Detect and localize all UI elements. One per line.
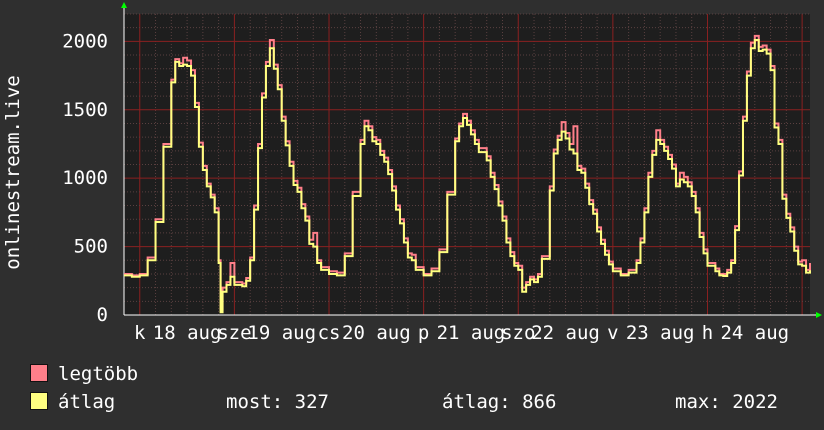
x-tick-label: h [702, 322, 713, 344]
legend-label-avg: átlag [58, 391, 116, 413]
y-axis-arrow [121, 2, 127, 8]
y-tick-label: 1500 [62, 99, 108, 121]
x-tick-label: 24 aug [720, 322, 789, 344]
x-tick-label: v [607, 322, 618, 344]
y-axis-label: onlinestream.live [2, 75, 24, 269]
x-tick-label: cs [318, 322, 341, 344]
y-tick-label: 2000 [62, 30, 108, 52]
legend-item-avg: átlag [30, 390, 115, 414]
x-axis-arrow [816, 312, 822, 318]
x-tick-label: k [134, 322, 146, 344]
y-tick-label: 1000 [62, 167, 108, 189]
y-tick-label: 0 [97, 304, 108, 326]
x-tick-label: 19 aug [247, 322, 316, 344]
traffic-chart: 0500100015002000k 18 augsze19 aug cs 20 aug… [2, 2, 822, 344]
legend-label-max: legtöbb [58, 363, 139, 385]
x-tick-label: 22 aug [531, 322, 600, 344]
x-tick-label: 20 aug [342, 322, 411, 344]
legend-swatch-max [30, 364, 48, 382]
y-tick-label: 500 [74, 236, 108, 258]
legend-item-max: legtöbb [30, 362, 138, 386]
x-tick-label: 23 aug [626, 322, 695, 344]
stat-now: most: 327 [226, 391, 329, 413]
stat-average: átlag: 866 [442, 391, 557, 413]
legend-swatch-avg [30, 392, 48, 410]
chart-grid [123, 13, 810, 315]
stat-max: max: 2022 [675, 391, 778, 413]
x-tick-label: p [418, 322, 429, 344]
x-tick-label: 21 aug [437, 322, 506, 344]
x-tick-label: 18 aug [153, 322, 222, 344]
